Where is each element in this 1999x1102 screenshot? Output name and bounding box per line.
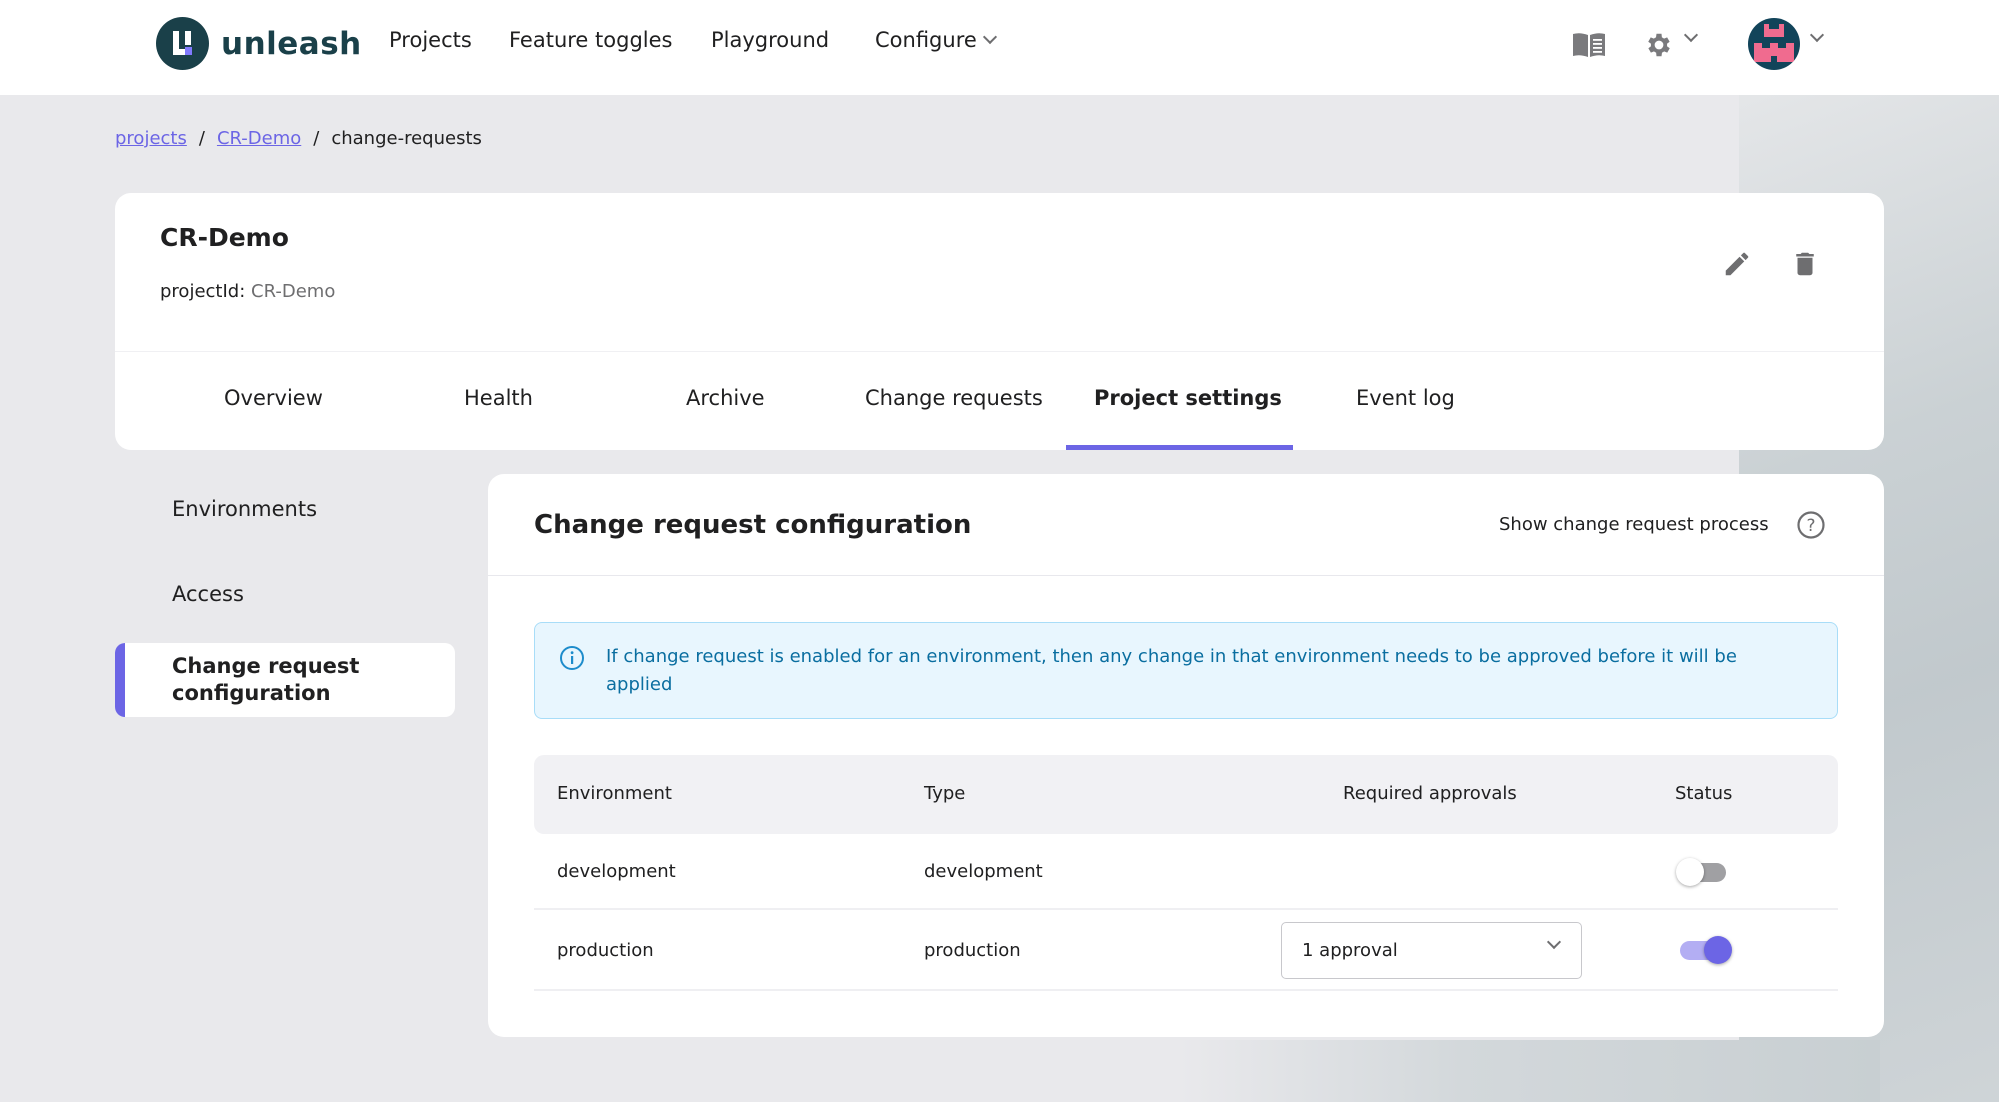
cell-type: development — [924, 861, 1043, 882]
settings-gear-icon[interactable] — [1644, 30, 1674, 60]
column-header-status: Status — [1675, 783, 1733, 804]
table-row: production production 1 approval — [534, 910, 1838, 991]
svg-text:?: ? — [1806, 516, 1815, 536]
table-row: development development — [534, 834, 1838, 910]
nav-configure-label: Configure — [875, 28, 977, 52]
help-question-icon[interactable]: ? — [1796, 510, 1826, 540]
status-toggle-development[interactable] — [1676, 857, 1734, 887]
project-tabs: Overview Health Archive Change requests … — [115, 352, 1884, 450]
project-id-value: CR-Demo — [251, 281, 336, 302]
tab-health[interactable]: Health — [464, 386, 533, 410]
nav-playground[interactable]: Playground — [711, 28, 829, 52]
breadcrumb-separator: / — [313, 128, 320, 149]
tab-event-log[interactable]: Event log — [1356, 386, 1455, 410]
nav-feature-toggles[interactable]: Feature toggles — [509, 28, 672, 52]
avatar-pattern-icon — [1754, 24, 1794, 62]
tab-overview[interactable]: Overview — [224, 386, 323, 410]
unleash-logo[interactable]: unleash — [156, 17, 362, 70]
chevron-down-icon — [982, 29, 997, 45]
chevron-down-icon — [1546, 934, 1562, 950]
info-text: If change request is enabled for an envi… — [606, 646, 1737, 695]
top-header: unleash Projects Feature toggles Playgro… — [0, 0, 1999, 95]
user-menu-chevron-down-icon[interactable] — [1809, 27, 1825, 43]
breadcrumb-project[interactable]: CR-Demo — [217, 128, 301, 149]
tab-archive[interactable]: Archive — [686, 386, 765, 410]
project-title: CR-Demo — [160, 223, 289, 252]
nav-projects[interactable]: Projects — [389, 28, 472, 52]
select-value: 1 approval — [1302, 940, 1398, 961]
sidebar-item-change-request-configuration[interactable]: Change request configuration — [115, 643, 455, 717]
nav-configure[interactable]: Configure — [875, 28, 997, 52]
edit-pencil-icon[interactable] — [1722, 249, 1752, 279]
breadcrumb-separator: / — [198, 128, 205, 149]
cell-environment: development — [557, 861, 676, 882]
breadcrumb: projects / CR-Demo / change-requests — [115, 128, 482, 149]
logo-text: unleash — [221, 25, 362, 62]
background-decoration-bottom — [1180, 1040, 1880, 1102]
change-request-config-card: Change request configuration Show change… — [488, 474, 1884, 1037]
sidebar-item-label: Access — [172, 582, 244, 606]
sidebar-item-label: Change request configuration — [172, 654, 360, 705]
breadcrumb-projects[interactable]: projects — [115, 128, 187, 149]
active-indicator — [115, 643, 125, 717]
info-icon — [560, 646, 584, 670]
logo-icon — [156, 17, 209, 70]
required-approvals-select[interactable]: 1 approval — [1281, 922, 1582, 979]
sidebar-item-environments[interactable]: Environments — [115, 497, 455, 527]
table-header: Environment Type Required approvals Stat… — [534, 755, 1838, 834]
tab-change-requests[interactable]: Change requests — [865, 386, 1043, 410]
toggle-knob — [1704, 936, 1732, 964]
tab-project-settings[interactable]: Project settings — [1094, 386, 1282, 410]
cell-type: production — [924, 940, 1021, 961]
divider — [488, 575, 1884, 576]
column-header-required-approvals: Required approvals — [1343, 783, 1517, 804]
sidebar-item-access[interactable]: Access — [115, 582, 455, 612]
project-header-card: CR-Demo projectId: CR-Demo Overview Heal… — [115, 193, 1884, 450]
active-tab-indicator — [1066, 445, 1293, 450]
toggle-knob — [1676, 858, 1704, 886]
project-id-label: projectId: — [160, 281, 246, 302]
status-toggle-production[interactable] — [1676, 935, 1734, 965]
breadcrumb-current: change-requests — [331, 128, 482, 149]
settings-chevron-down-icon[interactable] — [1683, 27, 1699, 43]
column-header-type: Type — [924, 783, 966, 804]
column-header-environment: Environment — [557, 783, 672, 804]
delete-trash-icon[interactable] — [1790, 249, 1820, 279]
show-change-request-process-link[interactable]: Show change request process — [1499, 514, 1769, 535]
cell-environment: production — [557, 940, 654, 961]
user-avatar[interactable] — [1748, 18, 1800, 70]
info-alert: If change request is enabled for an envi… — [534, 622, 1838, 719]
project-id: projectId: CR-Demo — [160, 281, 335, 302]
section-title: Change request configuration — [534, 510, 972, 540]
docs-book-icon[interactable] — [1572, 32, 1606, 58]
sidebar-item-label: Environments — [172, 497, 318, 521]
